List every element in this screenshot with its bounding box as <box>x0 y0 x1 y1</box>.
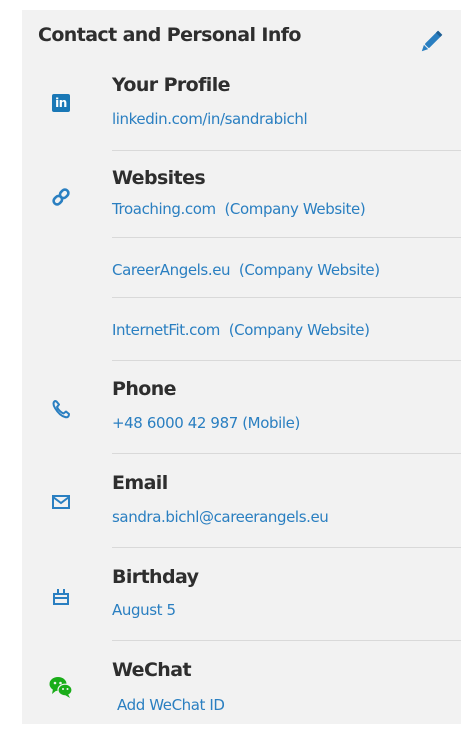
websites-title: Websites <box>112 167 206 189</box>
email-title: Email <box>112 472 168 494</box>
phone-number-link[interactable]: +48 6000 42 987 (Mobile) <box>112 414 300 432</box>
divider <box>112 453 461 454</box>
email-link[interactable]: sandra.bichl@careerangels.eu <box>112 508 329 526</box>
website-link[interactable]: CareerAngels.eu (Company Website) <box>112 261 380 279</box>
edit-pencil-icon[interactable] <box>416 27 446 57</box>
section-title: Contact and Personal Info <box>38 24 301 46</box>
wechat-title: WeChat <box>112 659 192 681</box>
divider <box>112 150 461 151</box>
wechat-icon <box>46 672 76 702</box>
website-type: (Company Website) <box>228 321 370 339</box>
contact-info-panel: Contact and Personal Info in Your Profil… <box>22 10 461 724</box>
website-link[interactable]: Troaching.com (Company Website) <box>112 200 366 218</box>
divider <box>112 297 461 298</box>
profile-title: Your Profile <box>112 74 231 96</box>
envelope-icon <box>46 487 76 517</box>
website-url: CareerAngels.eu <box>112 261 231 279</box>
divider <box>112 547 461 548</box>
website-url: InternetFit.com <box>112 321 220 339</box>
divider <box>112 237 461 238</box>
linkedin-icon: in <box>46 88 76 118</box>
add-wechat-id-link[interactable]: Add WeChat ID <box>117 696 225 714</box>
link-icon <box>46 182 76 212</box>
birthday-title: Birthday <box>112 566 199 588</box>
birthday-value: August 5 <box>112 601 176 619</box>
phone-title: Phone <box>112 378 177 400</box>
phone-icon <box>46 394 76 424</box>
website-type: (Company Website) <box>238 261 380 279</box>
profile-url-link[interactable]: linkedin.com/in/sandrabichl <box>112 110 308 128</box>
website-type: (Company Website) <box>224 200 366 218</box>
website-url: Troaching.com <box>112 200 216 218</box>
divider <box>112 360 461 361</box>
divider <box>112 640 461 641</box>
website-link[interactable]: InternetFit.com (Company Website) <box>112 321 370 339</box>
cake-icon <box>46 581 76 611</box>
